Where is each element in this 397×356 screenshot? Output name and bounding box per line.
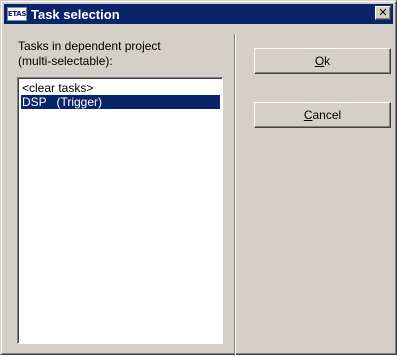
tasks-label: Tasks in dependent project (multi-select… bbox=[18, 39, 218, 69]
task-list: <clear tasks> DSP (Trigger) bbox=[21, 81, 220, 341]
list-item-clear-tasks[interactable]: <clear tasks> bbox=[21, 81, 220, 95]
title-bar[interactable]: ETAS Task selection ✕ bbox=[4, 4, 393, 24]
close-button[interactable]: ✕ bbox=[375, 6, 391, 20]
tasks-label-line2: (multi-selectable): bbox=[18, 54, 113, 68]
cancel-button[interactable]: Cancel bbox=[254, 102, 391, 128]
ok-button[interactable]: Ok bbox=[254, 48, 391, 74]
ok-mnemonic: O bbox=[314, 54, 325, 68]
task-selection-dialog: ETAS Task selection ✕ Tasks in dependent… bbox=[0, 0, 397, 356]
window-title: Task selection bbox=[31, 6, 120, 22]
cancel-label-rest: ancel bbox=[312, 108, 342, 122]
cancel-mnemonic: C bbox=[303, 108, 313, 122]
vertical-divider bbox=[234, 34, 236, 356]
tasks-label-line1: Tasks in dependent project bbox=[18, 39, 161, 53]
task-listbox[interactable]: <clear tasks> DSP (Trigger) bbox=[17, 77, 223, 344]
etas-app-icon: ETAS bbox=[7, 7, 27, 21]
close-icon: ✕ bbox=[378, 6, 388, 19]
ok-label-rest: k bbox=[324, 54, 331, 68]
list-item-dsp-trigger[interactable]: DSP (Trigger) bbox=[21, 95, 220, 109]
